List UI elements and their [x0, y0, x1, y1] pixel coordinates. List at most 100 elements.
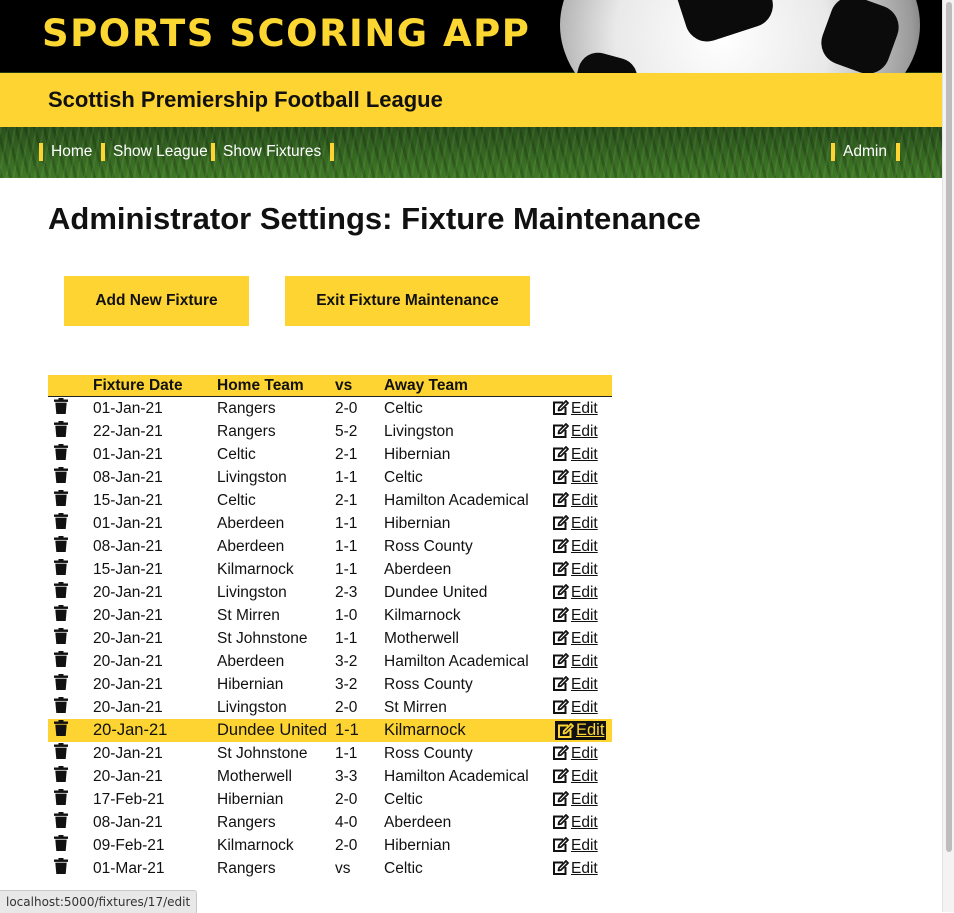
edit-icon — [552, 699, 569, 717]
trash-icon[interactable] — [54, 513, 68, 534]
edit-link[interactable]: Edit — [552, 860, 598, 878]
header-home-team: Home Team — [217, 375, 335, 397]
edit-link[interactable]: Edit — [552, 538, 598, 556]
table-row: 20-Jan-21 Dundee United 1-1 Kilmarnock Edit — [48, 719, 612, 742]
fixture-date: 20-Jan-21 — [93, 652, 163, 670]
away-team: Ross County — [384, 675, 473, 693]
trash-icon[interactable] — [54, 720, 68, 741]
away-team: Motherwell — [384, 629, 459, 647]
page-title: Administrator Settings: Fixture Maintena… — [48, 201, 701, 236]
fixture-date: 01-Jan-21 — [93, 514, 163, 532]
edit-link[interactable]: Edit — [555, 721, 607, 740]
nav-separator — [39, 143, 43, 161]
fixtures-table: Fixture Date Home Team vs Away Team 01-J… — [48, 375, 612, 880]
table-row: 15-Jan-21 Kilmarnock 1-1 Aberdeen Edit — [48, 558, 612, 581]
trash-icon[interactable] — [54, 559, 68, 580]
fixture-date: 08-Jan-21 — [93, 813, 163, 831]
edit-link[interactable]: Edit — [552, 768, 598, 786]
scroll-thumb[interactable] — [946, 2, 952, 852]
home-team: Aberdeen — [217, 514, 285, 532]
fixture-date: 01-Mar-21 — [93, 859, 165, 877]
trash-icon[interactable] — [54, 605, 68, 626]
trash-icon[interactable] — [54, 651, 68, 672]
fixture-date: 20-Jan-21 — [93, 744, 163, 762]
trash-icon[interactable] — [54, 789, 68, 810]
home-team: Rangers — [217, 422, 276, 440]
edit-link[interactable]: Edit — [552, 630, 598, 648]
edit-label: Edit — [571, 698, 598, 716]
nav-admin-link[interactable]: Admin — [843, 143, 887, 161]
home-team: Livingston — [217, 583, 287, 601]
away-team: Hibernian — [384, 514, 451, 532]
trash-icon[interactable] — [54, 835, 68, 856]
trash-icon[interactable] — [54, 697, 68, 718]
trash-icon[interactable] — [54, 743, 68, 764]
trash-icon[interactable] — [54, 858, 68, 879]
table-row: 20-Jan-21 St Johnstone 1-1 Ross County Edit — [48, 742, 612, 765]
score: 2-0 — [335, 698, 358, 716]
edit-link[interactable]: Edit — [552, 492, 598, 510]
exit-maintenance-button[interactable]: Exit Fixture Maintenance — [285, 276, 530, 326]
edit-icon — [552, 676, 569, 694]
nav-home-link[interactable]: Home — [51, 143, 92, 161]
table-row: 08-Jan-21 Aberdeen 1-1 Ross County Edit — [48, 535, 612, 558]
edit-link[interactable]: Edit — [552, 814, 598, 832]
trash-icon[interactable] — [54, 444, 68, 465]
home-team: Rangers — [217, 813, 276, 831]
home-team: Celtic — [217, 445, 256, 463]
edit-label: Edit — [571, 675, 598, 693]
edit-label: Edit — [571, 422, 598, 440]
edit-link[interactable]: Edit — [552, 791, 598, 809]
edit-link[interactable]: Edit — [552, 446, 598, 464]
nav-separator — [896, 143, 900, 161]
scrollbar[interactable] — [942, 0, 954, 912]
trash-icon[interactable] — [54, 398, 68, 419]
edit-icon — [552, 515, 569, 533]
edit-label: Edit — [571, 767, 598, 785]
edit-link[interactable]: Edit — [552, 653, 598, 671]
edit-link[interactable]: Edit — [552, 400, 598, 418]
edit-icon — [552, 860, 569, 878]
home-team: St Mirren — [217, 606, 280, 624]
table-row: 01-Jan-21 Rangers 2-0 Celtic Edit — [48, 397, 612, 421]
table-row: 01-Mar-21 Rangers vs Celtic Edit — [48, 857, 612, 880]
edit-link[interactable]: Edit — [552, 607, 598, 625]
trash-icon[interactable] — [54, 490, 68, 511]
edit-link[interactable]: Edit — [552, 676, 598, 694]
trash-icon[interactable] — [54, 467, 68, 488]
nav-show-fixtures-link[interactable]: Show Fixtures — [223, 143, 321, 161]
fixture-date: 22-Jan-21 — [93, 422, 163, 440]
table-row: 08-Jan-21 Rangers 4-0 Aberdeen Edit — [48, 811, 612, 834]
edit-icon — [552, 630, 569, 648]
trash-icon[interactable] — [54, 766, 68, 787]
home-team: Aberdeen — [217, 652, 285, 670]
fixture-date: 15-Jan-21 — [93, 560, 163, 578]
edit-icon — [552, 400, 569, 418]
trash-icon[interactable] — [54, 421, 68, 442]
header-delete — [48, 375, 93, 397]
nav-show-league-link[interactable]: Show League — [113, 143, 208, 161]
edit-link[interactable]: Edit — [552, 561, 598, 579]
edit-icon — [552, 446, 569, 464]
edit-link[interactable]: Edit — [552, 699, 598, 717]
trash-icon[interactable] — [54, 674, 68, 695]
edit-link[interactable]: Edit — [552, 515, 598, 533]
away-team: Celtic — [384, 468, 423, 486]
edit-link[interactable]: Edit — [552, 837, 598, 855]
away-team: Aberdeen — [384, 560, 452, 578]
edit-link[interactable]: Edit — [552, 745, 598, 763]
trash-icon[interactable] — [54, 628, 68, 649]
home-team: Dundee United — [217, 719, 335, 742]
trash-icon[interactable] — [54, 812, 68, 833]
away-team: Celtic — [384, 790, 423, 808]
score: 2-3 — [335, 583, 358, 601]
trash-icon[interactable] — [54, 582, 68, 603]
add-fixture-button[interactable]: Add New Fixture — [64, 276, 249, 326]
edit-link[interactable]: Edit — [552, 469, 598, 487]
trash-icon[interactable] — [54, 536, 68, 557]
home-team: Kilmarnock — [217, 836, 294, 854]
home-team: St Johnstone — [217, 744, 308, 762]
edit-link[interactable]: Edit — [552, 584, 598, 602]
fixture-date: 20-Jan-21 — [93, 629, 163, 647]
edit-link[interactable]: Edit — [552, 423, 598, 441]
